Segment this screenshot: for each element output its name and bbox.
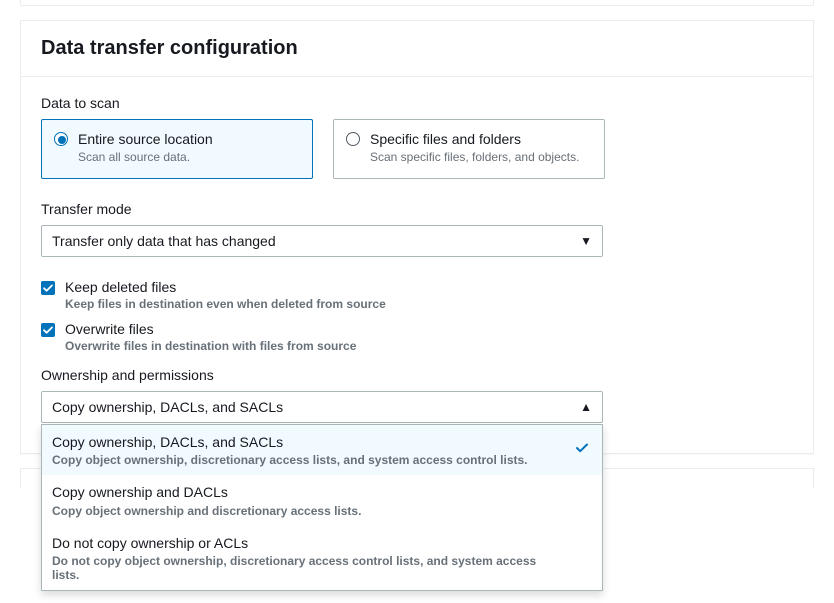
ownership-option-desc: Copy object ownership, discretionary acc… (52, 453, 566, 467)
data-transfer-config-panel: Data transfer configuration Data to scan… (20, 20, 814, 454)
ownership-value: Copy ownership, DACLs, and SACLs (52, 399, 283, 415)
ownership-option-1[interactable]: Copy ownership and DACLs Copy object own… (42, 475, 602, 525)
radio-entire-source-icon[interactable] (54, 132, 68, 146)
overwrite-desc: Overwrite files in destination with file… (65, 339, 793, 353)
ownership-label: Ownership and permissions (41, 367, 793, 383)
radio-specific-icon[interactable] (346, 132, 360, 146)
ownership-dropdown: Copy ownership, DACLs, and SACLs Copy ob… (41, 424, 603, 591)
caret-down-icon: ▼ (580, 234, 592, 248)
transfer-mode-label: Transfer mode (41, 201, 793, 217)
ownership-option-0[interactable]: Copy ownership, DACLs, and SACLs Copy ob… (42, 425, 602, 475)
tile-specific-desc: Scan specific files, folders, and object… (370, 150, 579, 164)
check-icon (574, 440, 590, 461)
transfer-mode-select[interactable]: Transfer only data that has changed ▼ (41, 225, 603, 257)
tile-entire-source[interactable]: Entire source location Scan all source d… (41, 119, 313, 179)
ownership-option-title: Copy ownership, DACLs, and SACLs (52, 433, 566, 451)
ownership-option-title: Do not copy ownership or ACLs (52, 534, 566, 552)
keep-deleted-desc: Keep files in destination even when dele… (65, 297, 793, 311)
tile-specific-files[interactable]: Specific files and folders Scan specific… (333, 119, 605, 179)
ownership-option-desc: Do not copy object ownership, discretion… (52, 554, 566, 582)
panel-title: Data transfer configuration (41, 37, 793, 60)
caret-up-icon: ▲ (580, 400, 592, 414)
panel-header: Data transfer configuration (21, 21, 813, 77)
ownership-option-title: Copy ownership and DACLs (52, 483, 566, 501)
tile-specific-title: Specific files and folders (370, 130, 579, 148)
checkmark-icon (42, 324, 54, 336)
keep-deleted-checkbox[interactable] (41, 281, 55, 295)
transfer-mode-value: Transfer only data that has changed (52, 233, 276, 249)
tile-entire-desc: Scan all source data. (78, 150, 213, 164)
tile-entire-title: Entire source location (78, 130, 213, 148)
overwrite-label: Overwrite files (65, 321, 154, 337)
ownership-option-2[interactable]: Do not copy ownership or ACLs Do not cop… (42, 526, 602, 590)
data-to-scan-label: Data to scan (41, 95, 793, 111)
overwrite-checkbox[interactable] (41, 323, 55, 337)
ownership-select[interactable]: Copy ownership, DACLs, and SACLs ▲ (41, 391, 603, 423)
ownership-option-desc: Copy object ownership and discretionary … (52, 504, 566, 518)
checkmark-icon (42, 282, 54, 294)
prev-panel-stub (20, 0, 814, 6)
keep-deleted-label: Keep deleted files (65, 279, 176, 295)
